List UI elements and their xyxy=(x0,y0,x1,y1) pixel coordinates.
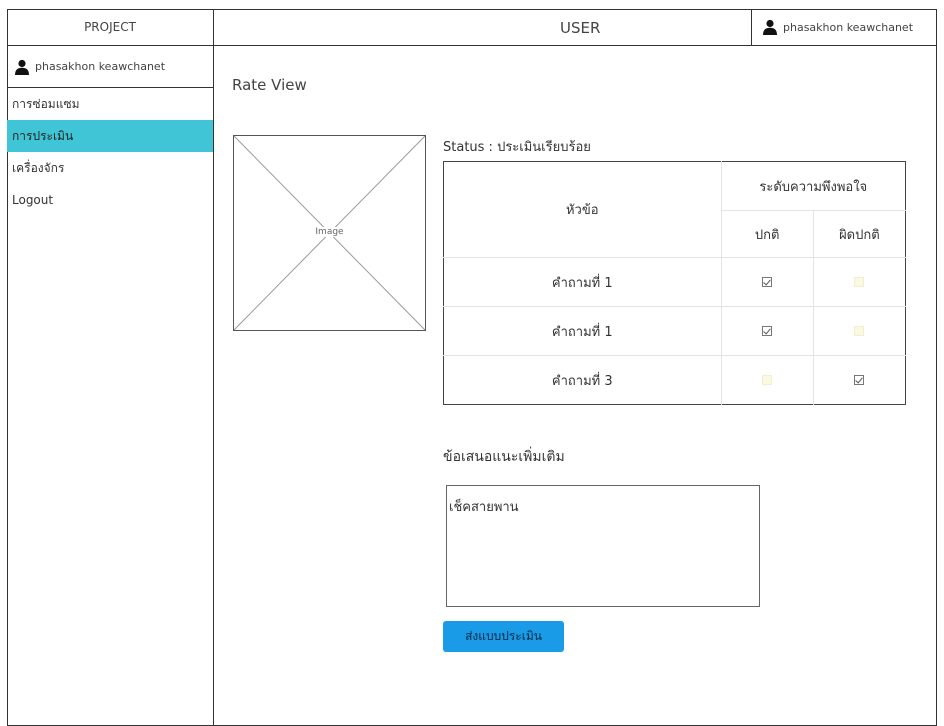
header-user[interactable]: phasakhon keawchanet xyxy=(751,9,937,45)
table-row: คำถามที่ 1 xyxy=(443,257,906,307)
sidebar-item-machines[interactable]: เครื่องจักร xyxy=(7,152,213,184)
sidebar-user-name: phasakhon keawchanet xyxy=(35,60,166,73)
column-header-normal: ปกติ xyxy=(721,210,814,258)
suggestion-textarea[interactable]: เช็คสายพาน xyxy=(446,485,760,607)
top-bar: USER phasakhon keawchanet xyxy=(213,9,937,46)
checkbox-normal[interactable] xyxy=(762,326,773,336)
status-text: Status : ประเมินเรียบร้อย xyxy=(443,140,591,155)
checkbox-abnormal[interactable] xyxy=(854,326,865,336)
submit-button[interactable]: ส่งแบบประเมิน xyxy=(443,621,564,652)
rating-table: หัวข้อ ระดับความพึงพอใจ ปกติ ผิดปกติ คำถ… xyxy=(443,161,906,405)
sidebar-item-logout[interactable]: Logout xyxy=(7,184,213,216)
column-header-satisfaction: ระดับความพึงพอใจ xyxy=(721,161,906,211)
suggestion-label: ข้อเสนอแนะเพิ่มเติม xyxy=(443,449,565,465)
person-icon xyxy=(763,19,777,35)
header-title: USER xyxy=(560,19,601,37)
sidebar-user: phasakhon keawchanet xyxy=(7,46,213,88)
checkbox-abnormal[interactable] xyxy=(854,375,865,385)
question-cell: คำถามที่ 1 xyxy=(443,257,722,307)
image-placeholder: Image xyxy=(233,135,426,331)
checkbox-normal[interactable] xyxy=(762,277,773,287)
sidebar: PROJECT phasakhon keawchanet การซ่อมแซม … xyxy=(7,9,214,726)
page-title: Rate View xyxy=(232,76,307,94)
table-row: คำถามที่ 1 xyxy=(443,306,906,356)
question-cell: คำถามที่ 3 xyxy=(443,355,722,405)
image-placeholder-label: Image xyxy=(312,227,347,237)
checkbox-normal[interactable] xyxy=(762,375,773,385)
table-row: คำถามที่ 3 xyxy=(443,355,906,405)
column-header-abnormal: ผิดปกติ xyxy=(813,210,906,258)
question-cell: คำถามที่ 1 xyxy=(443,306,722,356)
person-icon xyxy=(15,59,29,75)
brand-title: PROJECT xyxy=(7,9,213,46)
header-user-name: phasakhon keawchanet xyxy=(783,20,914,34)
sidebar-item-evaluation[interactable]: การประเมิน xyxy=(7,120,213,152)
column-header-topic: หัวข้อ xyxy=(443,161,722,258)
checkbox-abnormal[interactable] xyxy=(854,277,865,287)
sidebar-item-repair[interactable]: การซ่อมแซม xyxy=(7,88,213,120)
sidebar-nav: การซ่อมแซม การประเมิน เครื่องจักร Logout xyxy=(7,88,213,216)
